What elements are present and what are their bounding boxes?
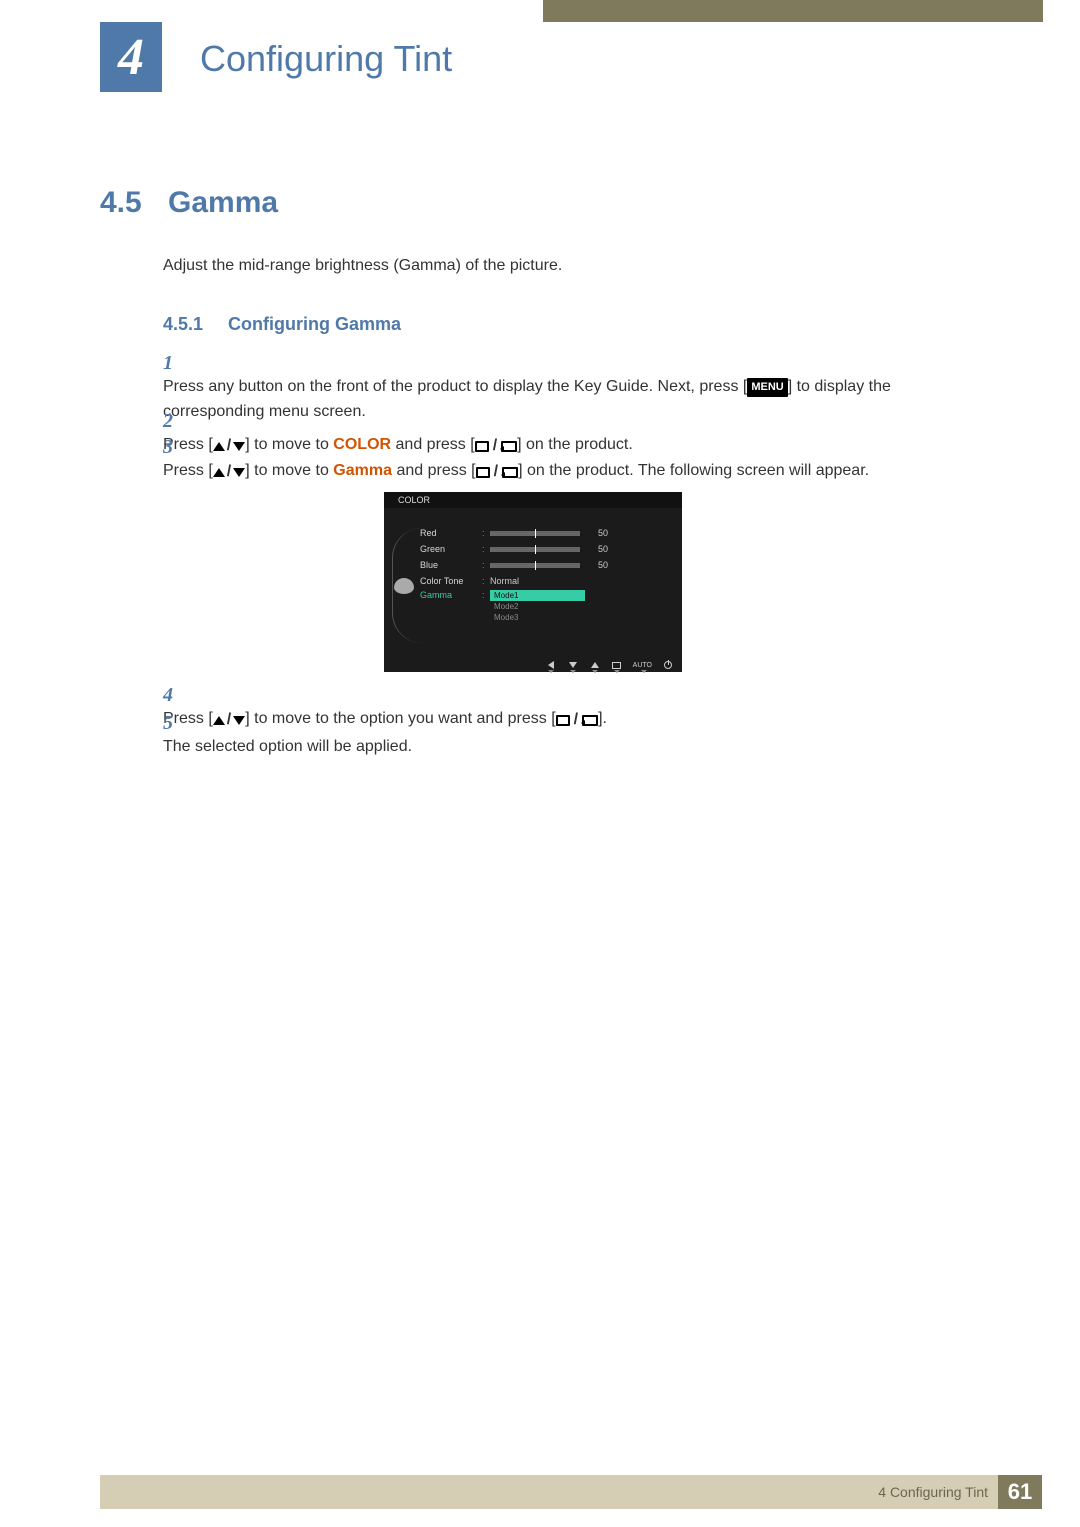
osd-row-red: Red : 50 (420, 526, 670, 540)
page-footer: 4 Configuring Tint 61 (100, 1475, 1042, 1509)
palette-icon (394, 578, 414, 594)
osd-footer: AUTO (384, 658, 682, 672)
step-3: 3 Press [/] to move to Gamma and press [… (163, 436, 980, 485)
osd-label-gamma: Gamma (420, 590, 482, 600)
top-accent-bar (543, 0, 1043, 22)
osd-power-icon (662, 660, 674, 670)
osd-label-red: Red (420, 528, 482, 538)
step-1-number: 1 (163, 352, 187, 375)
page-number: 61 (998, 1475, 1042, 1509)
menu-button-icon: MENU (747, 378, 787, 397)
chapter-number-badge: 4 (100, 22, 162, 92)
osd-value-colortone: Normal (490, 576, 519, 586)
osd-bar-green (490, 547, 580, 552)
step-5: 5 The selected option will be applied. (163, 712, 980, 760)
osd-gamma-option-mode3: Mode3 (490, 612, 585, 623)
step-5-text: The selected option will be applied. (163, 735, 952, 760)
subsection-number: 4.5.1 (163, 314, 203, 335)
step-3-text-d: ] on the product. The following screen w… (518, 462, 869, 479)
osd-gamma-option-mode2: Mode2 (490, 601, 585, 612)
step-5-number: 5 (163, 712, 187, 735)
subsection-title: Configuring Gamma (228, 314, 401, 335)
osd-up-icon (589, 660, 601, 670)
osd-body: Red : 50 Green : 50 Blue : 50 Color Tone… (384, 508, 682, 656)
osd-label-blue: Blue (420, 560, 482, 570)
step-4-number: 4 (163, 684, 187, 707)
osd-value-green: 50 (588, 544, 608, 554)
osd-row-colortone: Color Tone : Normal (420, 574, 670, 588)
osd-label-colortone: Color Tone (420, 576, 482, 586)
osd-back-icon (545, 660, 557, 670)
step-3-text-a: Press [ (163, 462, 213, 479)
osd-auto-label: AUTO (633, 660, 652, 670)
select-enter-icon: / (476, 460, 518, 485)
osd-row-green: Green : 50 (420, 542, 670, 556)
gamma-keyword: Gamma (333, 462, 392, 479)
footer-chapter-ref: 4 Configuring Tint (878, 1484, 988, 1500)
osd-down-icon (567, 660, 579, 670)
osd-rows: Red : 50 Green : 50 Blue : 50 Color Tone… (420, 526, 670, 625)
osd-value-blue: 50 (588, 560, 608, 570)
osd-row-blue: Blue : 50 (420, 558, 670, 572)
step-3-number: 3 (163, 436, 187, 459)
step-3-text: Press [/] to move to Gamma and press [/]… (163, 459, 952, 485)
osd-gamma-dropdown: Mode1 Mode2 Mode3 (490, 590, 585, 623)
section-number: 4.5 (100, 186, 142, 220)
osd-select-icon (611, 660, 623, 670)
osd-value-red: 50 (588, 528, 608, 538)
step-2-number: 2 (163, 410, 187, 433)
osd-bar-blue (490, 563, 580, 568)
osd-row-gamma: Gamma : Mode1 Mode2 Mode3 (420, 590, 670, 623)
chapter-number: 4 (118, 28, 144, 87)
up-down-arrows-icon: / (213, 460, 245, 485)
osd-screenshot: COLOR Red : 50 Green : 50 Blue : 50 (384, 492, 682, 672)
section-title: Gamma (168, 186, 278, 220)
step-1-text-a: Press any button on the front of the pro… (163, 378, 747, 395)
osd-label-green: Green (420, 544, 482, 554)
osd-bar-red (490, 531, 580, 536)
osd-title: COLOR (384, 492, 682, 508)
step-3-text-c: and press [ (392, 462, 476, 479)
osd-gamma-option-mode1: Mode1 (490, 590, 585, 601)
chapter-title: Configuring Tint (200, 38, 452, 80)
section-description: Adjust the mid-range brightness (Gamma) … (163, 257, 562, 275)
step-3-text-b: ] to move to (245, 462, 333, 479)
